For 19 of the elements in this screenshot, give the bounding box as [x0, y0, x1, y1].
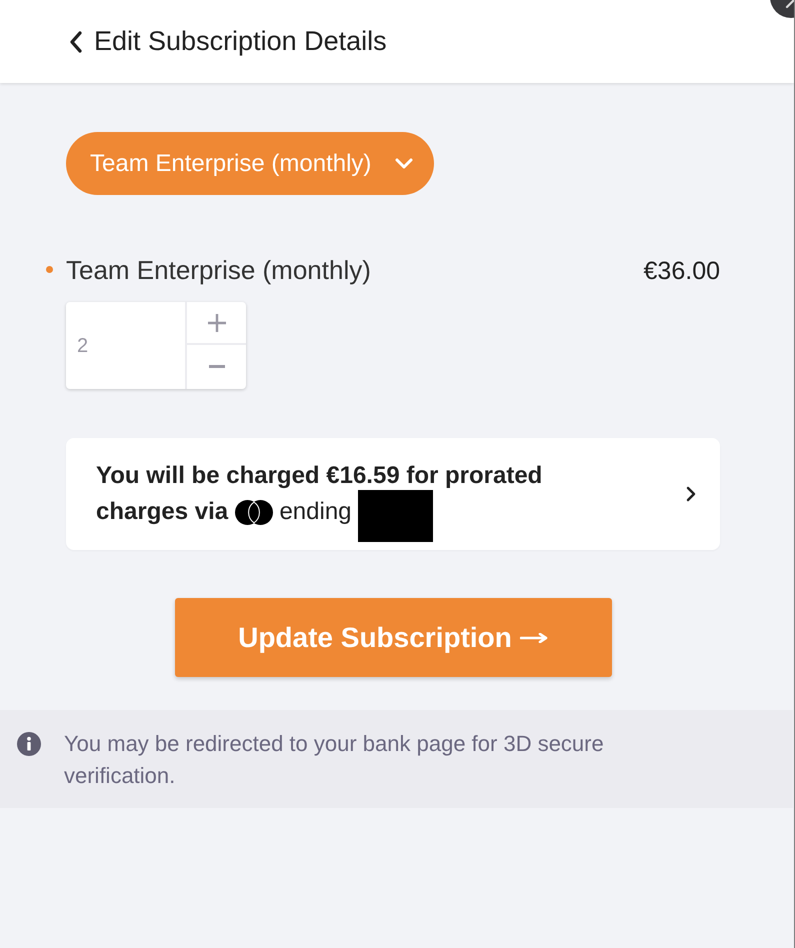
back-button[interactable]: Edit Subscription Details — [69, 28, 387, 55]
bullet-icon — [46, 266, 53, 273]
item-price: €36.00 — [644, 256, 720, 287]
plus-icon — [206, 312, 226, 332]
info-text: You may be redirected to your bank page for 3D secure verification. — [64, 730, 605, 790]
charge-text: You will be charged €16.59 for prorated charges via ending — [96, 458, 586, 530]
update-subscription-button[interactable]: Update Subscription — [174, 598, 612, 677]
arrow-right-icon — [520, 632, 548, 642]
overlapping-circles-icon — [234, 500, 273, 526]
plan-dropdown[interactable]: Team Enterprise (monthly) — [66, 132, 434, 195]
chevron-down-icon — [395, 158, 414, 169]
item-name: Team Enterprise (monthly) — [66, 254, 371, 286]
info-icon — [17, 732, 41, 756]
chevron-left-icon — [69, 30, 83, 52]
charge-card[interactable]: You will be charged €16.59 for prorated charges via ending — [66, 438, 720, 550]
chevron-right-icon — [686, 486, 696, 502]
minus-icon — [208, 364, 224, 368]
close-icon[interactable] — [768, 0, 794, 19]
quantity-field[interactable]: 2 — [66, 302, 187, 389]
